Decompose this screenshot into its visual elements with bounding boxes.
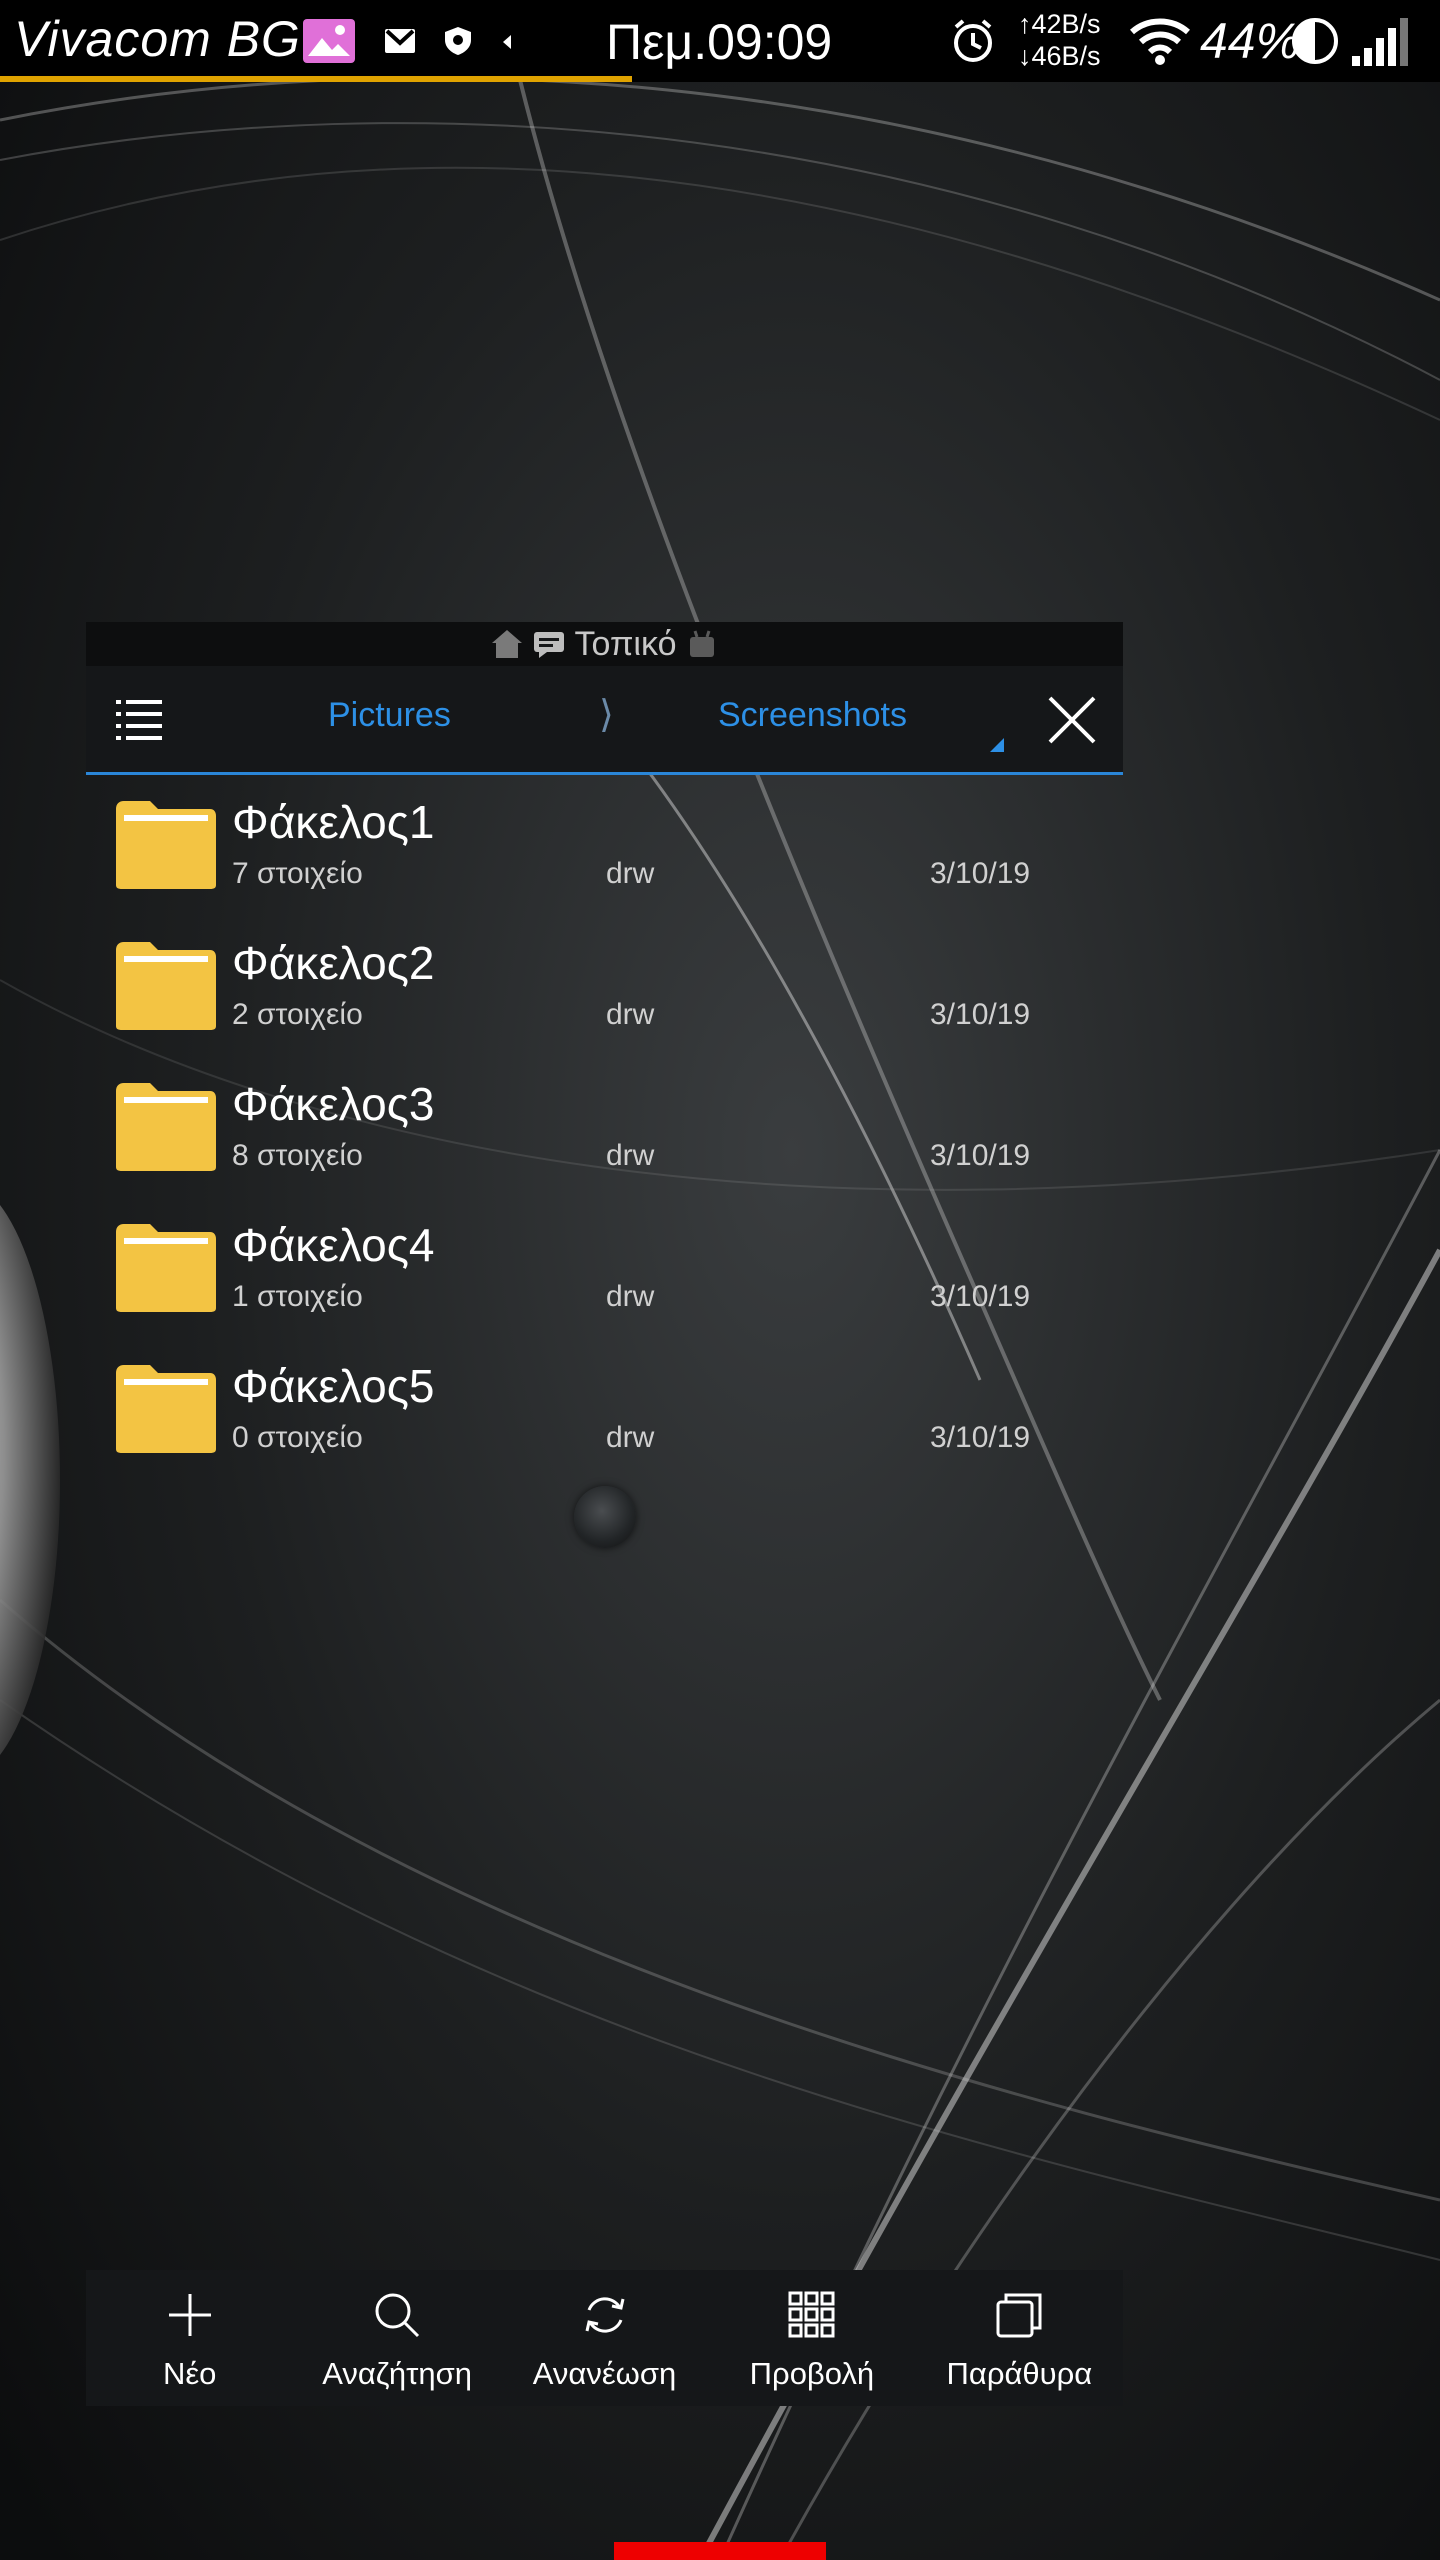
breadcrumb-screenshots[interactable]: Screenshots [718, 696, 907, 735]
refresh-label: Ανανέωση [532, 2356, 677, 2391]
close-icon[interactable] [1044, 692, 1100, 748]
search-button[interactable]: Αναζήτηση [293, 2270, 500, 2406]
clock: Πεμ.09:09 [606, 14, 833, 70]
window-title: Τοπικό [574, 624, 677, 663]
file-manager-window: Τοπικό Pictures ⟩ Screenshots Φάκελος1 7… [86, 622, 1123, 1480]
loading-spinner [574, 1486, 636, 1548]
grid-icon [788, 2291, 835, 2338]
bottom-action-bar: Νέο Αναζήτηση Ανανέωση Προβολή Παράθυρα [86, 2270, 1123, 2406]
file-row[interactable]: Φάκελος5 0 στοιχείο drw 3/10/19 [86, 1339, 1123, 1480]
download-speed: ↓46B/s [1018, 41, 1101, 71]
windows-label: Παράθυρα [946, 2356, 1093, 2391]
new-label: Νέο [162, 2356, 217, 2391]
file-row[interactable]: Φάκελος3 8 στοιχείο drw 3/10/19 [86, 1057, 1123, 1198]
folder-permissions: drw [606, 1280, 655, 1313]
android-icon[interactable] [686, 629, 718, 659]
brightness-icon [1292, 18, 1338, 64]
network-speed: ↑42B/s ↓46B/s [1018, 8, 1101, 72]
search-label: Αναζήτηση [322, 2356, 472, 2391]
local-storage-icon [533, 632, 564, 658]
folder-date: 3/10/19 [930, 998, 1031, 1031]
home-icon[interactable] [491, 629, 523, 659]
folder-permissions: drw [606, 1421, 655, 1454]
shield-icon [445, 27, 471, 55]
folder-date: 3/10/19 [930, 1280, 1031, 1313]
folder-date: 3/10/19 [930, 1421, 1031, 1454]
signal-icon [1352, 18, 1408, 66]
file-list: Φάκελος1 7 στοιχείο drw 3/10/19 Φάκελος2… [86, 775, 1123, 1480]
folder-item-count: 7 στοιχείο [232, 857, 363, 890]
folder-item-count: 0 στοιχείο [232, 1421, 363, 1454]
breadcrumb-dropdown-icon[interactable] [990, 738, 1004, 752]
folder-icon [116, 1365, 216, 1453]
folder-icon [116, 1224, 216, 1312]
view-label: Προβολή [749, 2356, 875, 2391]
folder-permissions: drw [606, 998, 655, 1031]
wifi-icon [1130, 18, 1190, 65]
breadcrumb-pictures[interactable]: Pictures [328, 696, 451, 735]
file-row[interactable]: Φάκελος4 1 στοιχείο drw 3/10/19 [86, 1198, 1123, 1339]
file-row[interactable]: Φάκελος1 7 στοιχείο drw 3/10/19 [86, 775, 1123, 916]
folder-item-count: 2 στοιχείο [232, 998, 363, 1031]
folder-name: Φάκελος2 [232, 937, 435, 989]
carrier-name: Vivacom BG [14, 11, 301, 67]
folder-item-count: 1 στοιχείο [232, 1280, 363, 1313]
folder-date: 3/10/19 [930, 857, 1031, 890]
menu-list-icon[interactable] [114, 694, 164, 744]
folder-date: 3/10/19 [930, 1139, 1031, 1172]
folder-name: Φάκελος3 [232, 1078, 435, 1130]
file-row[interactable]: Φάκελος2 2 στοιχείο drw 3/10/19 [86, 916, 1123, 1057]
notification-more-icon [503, 35, 511, 49]
folder-icon [116, 801, 216, 889]
path-toolbar: Pictures ⟩ Screenshots [86, 666, 1123, 775]
folder-name: Φάκελος4 [232, 1219, 435, 1271]
windows-button[interactable]: Παράθυρα [916, 2270, 1123, 2406]
folder-name: Φάκελος1 [232, 796, 435, 848]
status-bar: Vivacom BG Πεμ.09:09 ↑42B/s ↓46B/s 44% [0, 0, 1440, 82]
gallery-icon [303, 19, 355, 63]
folder-name: Φάκελος5 [232, 1360, 435, 1412]
search-icon [375, 2293, 420, 2338]
folder-permissions: drw [606, 1139, 655, 1172]
red-indicator-bar [614, 2542, 826, 2560]
refresh-icon [585, 2297, 624, 2333]
breadcrumb-separator: ⟩ [599, 694, 614, 736]
plus-icon [168, 2294, 211, 2336]
refresh-button[interactable]: Ανανέωση [501, 2270, 708, 2406]
windows-icon [996, 2293, 1042, 2338]
folder-icon [116, 942, 216, 1030]
folder-item-count: 8 στοιχείο [232, 1139, 363, 1172]
folder-icon [116, 1083, 216, 1171]
folder-permissions: drw [606, 857, 655, 890]
gmail-icon [385, 29, 415, 53]
upload-speed: ↑42B/s [1018, 9, 1101, 39]
status-progress-bar [0, 76, 632, 82]
view-button[interactable]: Προβολή [708, 2270, 915, 2406]
battery-level: 44% [1200, 13, 1301, 69]
alarm-icon [954, 19, 992, 62]
new-button[interactable]: Νέο [86, 2270, 293, 2406]
window-titlebar[interactable]: Τοπικό [86, 622, 1123, 666]
